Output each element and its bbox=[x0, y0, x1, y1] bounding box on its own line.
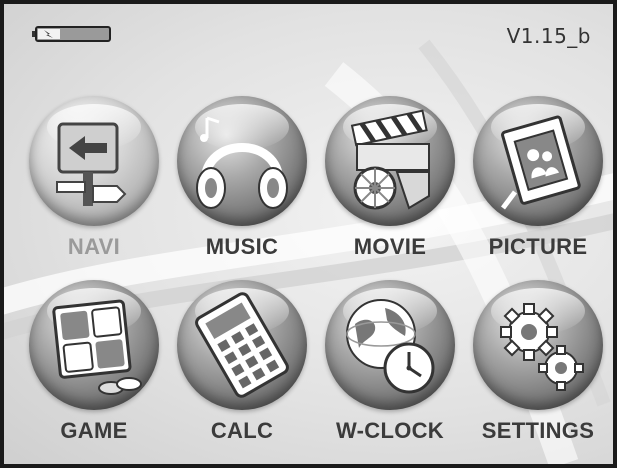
menu-item-w-clock[interactable]: W-CLOCK bbox=[315, 280, 465, 464]
menu-item-label: W-CLOCK bbox=[336, 418, 444, 443]
menu-item-label: SETTINGS bbox=[481, 418, 595, 443]
menu-item-label: MUSIC bbox=[205, 234, 279, 259]
world-clock-icon bbox=[346, 299, 435, 394]
menu-item-picture[interactable]: PICTURE bbox=[463, 96, 613, 286]
menu-item-label: CALC bbox=[210, 418, 274, 443]
main-menu-screen: V1.15_b NAVI MUSIC MOVIE PICTURE GAME CA… bbox=[0, 0, 617, 468]
menu-item-label: NAVI bbox=[67, 234, 121, 259]
calculator-icon bbox=[195, 292, 289, 398]
menu-item-calc[interactable]: CALC bbox=[167, 280, 317, 464]
navigation-signpost-icon bbox=[56, 122, 127, 206]
menu-item-label: GAME bbox=[60, 418, 128, 443]
game-board-icon bbox=[52, 299, 142, 395]
menu-item-movie[interactable]: MOVIE bbox=[315, 96, 465, 286]
app-menu-grid: NAVI MUSIC MOVIE PICTURE GAME CALC W-CLO… bbox=[4, 4, 613, 464]
film-clapper-icon bbox=[350, 109, 430, 210]
gears-icon bbox=[500, 303, 584, 391]
menu-item-navi[interactable]: NAVI bbox=[19, 96, 169, 286]
headphones-icon bbox=[196, 116, 288, 209]
menu-item-game[interactable]: GAME bbox=[19, 280, 169, 464]
menu-item-music[interactable]: MUSIC bbox=[167, 96, 317, 286]
menu-item-settings[interactable]: SETTINGS bbox=[463, 280, 613, 464]
menu-item-label: PICTURE bbox=[488, 234, 588, 259]
menu-item-label: MOVIE bbox=[353, 234, 427, 259]
photo-frame-icon bbox=[501, 115, 581, 210]
